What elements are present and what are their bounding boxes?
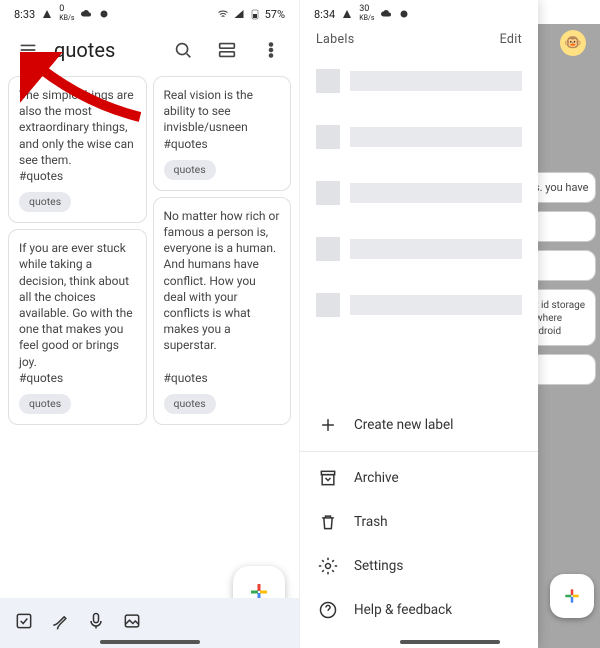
- help-button[interactable]: Help & feedback: [300, 588, 538, 632]
- labels-header: Labels Edit: [300, 24, 538, 53]
- labels-title: Labels: [316, 32, 354, 47]
- menu-label: Settings: [354, 558, 403, 574]
- mic-icon: [86, 611, 106, 631]
- menu-label: Help & feedback: [354, 602, 452, 618]
- status-time: 8:33: [14, 8, 35, 21]
- archive-icon: [318, 468, 338, 488]
- note-label-chip[interactable]: quotes: [164, 394, 216, 414]
- pill-icon: [398, 8, 410, 20]
- signal-icon: [233, 8, 245, 20]
- note-text: If you are ever stuck while taking a dec…: [19, 240, 136, 386]
- status-battery-pct: 58%: [566, 8, 586, 21]
- navigation-drawer: 8:34 30KB/s Labels Edit Create new label: [300, 0, 538, 648]
- labels-list-blurred: [300, 53, 538, 333]
- note-text: No matter how rich or famous a person is…: [164, 208, 281, 386]
- note-card[interactable]: No matter how rich or famous a person is…: [153, 197, 292, 425]
- archive-button[interactable]: Archive: [300, 456, 538, 500]
- note-card[interactable]: d for the thers. you have: [530, 172, 596, 203]
- gear-icon: [318, 556, 338, 576]
- status-bar: 8:33 0KB/s 57%: [0, 0, 299, 24]
- search-icon: [172, 39, 194, 61]
- help-icon: [318, 600, 338, 620]
- status-net: 0KB/s: [59, 5, 74, 23]
- wifi-icon: [217, 8, 229, 20]
- note-card[interactable]: hatsApp resent id storage edia - p to a …: [530, 289, 596, 346]
- note-card[interactable]: The simple things are also the most extr…: [8, 76, 147, 223]
- hamburger-icon: [17, 39, 39, 61]
- note-label-chip[interactable]: quotes: [19, 192, 71, 212]
- menu-label: Create new label: [354, 417, 453, 433]
- triangle-icon: [41, 8, 53, 20]
- triangle-icon: [341, 8, 353, 20]
- screenshot-drawer-view: 58% 🐵 d for the thers. you have Tilla nk…: [300, 0, 600, 648]
- create-label-button[interactable]: Create new label: [300, 403, 538, 447]
- note-card[interactable]: thing ra...: [530, 354, 596, 385]
- divider: [300, 451, 538, 452]
- new-note-fab[interactable]: [550, 574, 594, 618]
- image-icon: [122, 611, 142, 631]
- new-audio-button[interactable]: [86, 611, 106, 635]
- account-avatar[interactable]: 🐵: [560, 30, 586, 56]
- plus-multicolor-icon: [562, 586, 582, 606]
- note-text: Real vision is the ability to see invisb…: [164, 87, 281, 152]
- status-bar: 8:34 30KB/s: [300, 0, 538, 24]
- view-toggle-button[interactable]: [209, 32, 245, 68]
- app-bar: quotes: [0, 24, 299, 76]
- note-label-chip[interactable]: quotes: [164, 160, 216, 180]
- status-time: 8:34: [314, 8, 335, 21]
- screenshot-label-view: 8:33 0KB/s 57% quotes The: [0, 0, 300, 648]
- menu-label: Trash: [354, 514, 388, 530]
- cloud-icon: [380, 8, 392, 20]
- plus-icon: [318, 415, 338, 435]
- more-vert-icon: [260, 39, 282, 61]
- search-button[interactable]: [165, 32, 201, 68]
- checkbox-icon: [14, 611, 34, 631]
- new-image-button[interactable]: [122, 611, 142, 635]
- gesture-bar: [100, 640, 200, 644]
- status-net: 30KB/s: [359, 5, 374, 23]
- note-text: The simple things are also the most extr…: [19, 87, 136, 184]
- note-card[interactable]: nk of: [530, 250, 596, 281]
- notes-grid: The simple things are also the most extr…: [0, 76, 299, 425]
- page-title: quotes: [54, 38, 157, 62]
- menu-label: Archive: [354, 470, 399, 486]
- new-list-button[interactable]: [14, 611, 34, 635]
- trash-button[interactable]: Trash: [300, 500, 538, 544]
- brush-icon: [50, 611, 70, 631]
- note-card[interactable]: If you are ever stuck while taking a dec…: [8, 229, 147, 425]
- battery-icon: [249, 8, 261, 20]
- note-label-chip[interactable]: quotes: [19, 394, 71, 414]
- dimmed-background[interactable]: 58% 🐵 d for the thers. you have Tilla nk…: [530, 0, 600, 648]
- trash-icon: [318, 512, 338, 532]
- settings-button[interactable]: Settings: [300, 544, 538, 588]
- menu-button[interactable]: [10, 32, 46, 68]
- new-drawing-button[interactable]: [50, 611, 70, 635]
- note-card[interactable]: Real vision is the ability to see invisb…: [153, 76, 292, 191]
- pill-icon: [98, 8, 110, 20]
- list-view-icon: [216, 39, 238, 61]
- edit-labels-button[interactable]: Edit: [500, 32, 522, 47]
- gesture-bar: [400, 640, 500, 644]
- overflow-button[interactable]: [253, 32, 289, 68]
- status-battery-pct: 57%: [265, 8, 285, 21]
- battery-icon: [550, 8, 562, 20]
- cloud-icon: [80, 8, 92, 20]
- note-card[interactable]: Tilla: [530, 211, 596, 242]
